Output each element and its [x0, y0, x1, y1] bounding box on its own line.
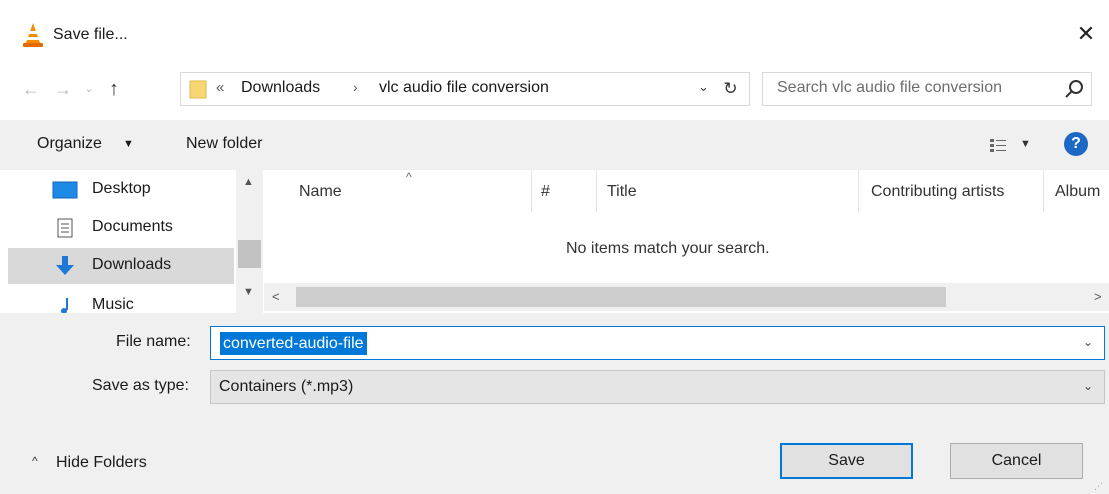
column-header-album[interactable]: Album	[1044, 170, 1109, 212]
navigation-scrollbar[interactable]: ▲ ▼	[236, 170, 263, 313]
scroll-up-icon[interactable]: ▲	[243, 176, 254, 188]
recent-locations-chevron-icon[interactable]: ⌄	[82, 80, 96, 98]
resize-grip-icon[interactable]: ⋰	[1094, 481, 1103, 492]
save-button[interactable]: Save	[780, 443, 913, 479]
new-folder-button[interactable]: New folder	[186, 135, 262, 153]
help-icon[interactable]: ?	[1064, 132, 1088, 156]
sort-ascending-icon: ^	[406, 170, 412, 184]
back-arrow-icon[interactable]: ←	[20, 78, 42, 100]
address-bar[interactable]: « Downloads › vlc audio file conversion …	[180, 72, 750, 106]
view-dropdown-icon[interactable]: ▼	[1020, 138, 1031, 150]
horizontal-scrollbar[interactable]: < >	[264, 283, 1109, 311]
empty-state-message: No items match your search.	[566, 240, 770, 257]
sidebar-item-label: Documents	[92, 218, 173, 235]
command-toolbar: Organize ▼ New folder ▼ ?	[0, 120, 1109, 170]
scroll-thumb[interactable]	[296, 287, 946, 307]
address-dropdown-icon[interactable]: ⌄	[698, 79, 709, 95]
sidebar-item-label: Desktop	[92, 180, 151, 197]
sidebar-item-documents[interactable]: Documents	[8, 210, 234, 246]
scroll-down-icon[interactable]: ▼	[243, 286, 254, 298]
dialog-title: Save file...	[53, 26, 128, 43]
scroll-right-icon[interactable]: >	[1094, 289, 1102, 304]
file-name-label: File name:	[116, 333, 191, 350]
close-icon[interactable]: ✕	[1072, 20, 1100, 48]
breadcrumb-separator-icon[interactable]: ›	[353, 79, 358, 95]
save-type-select[interactable]: Containers (*.mp3) ⌄	[210, 370, 1105, 404]
scroll-left-icon[interactable]: <	[272, 289, 280, 304]
hide-folders-label: Hide Folders	[56, 454, 147, 471]
search-icon[interactable]	[1063, 78, 1085, 100]
chevron-down-icon[interactable]: ⌄	[1083, 379, 1093, 393]
save-type-label: Save as type:	[92, 377, 189, 394]
downloads-icon	[56, 256, 74, 275]
cancel-button[interactable]: Cancel	[950, 443, 1083, 479]
view-options-icon[interactable]	[990, 138, 1006, 152]
chevron-down-icon[interactable]: ▼	[123, 138, 134, 150]
sidebar-item-desktop[interactable]: Desktop	[8, 172, 234, 208]
forward-arrow-icon[interactable]: →	[52, 78, 74, 100]
desktop-icon	[52, 181, 78, 199]
breadcrumb-downloads[interactable]: Downloads	[241, 79, 320, 97]
save-type-value: Containers (*.mp3)	[219, 378, 354, 395]
folder-icon	[189, 80, 207, 99]
column-header-row: Name ^ # Title Contributing artists Albu…	[270, 170, 1109, 212]
chevron-up-icon: ^	[32, 454, 38, 468]
sidebar-item-downloads[interactable]: Downloads	[8, 248, 234, 284]
sidebar-item-label: Music	[92, 296, 134, 313]
documents-icon	[57, 218, 73, 238]
sidebar-item-label: Downloads	[92, 256, 172, 273]
vlc-cone-icon	[23, 23, 43, 47]
file-name-field[interactable]: converted-audio-file ⌄	[210, 326, 1105, 360]
chevron-down-icon[interactable]: ⌄	[1083, 335, 1093, 349]
refresh-icon[interactable]: ↻	[717, 76, 743, 102]
scroll-thumb[interactable]	[238, 240, 261, 268]
file-name-value[interactable]: converted-audio-file	[220, 332, 367, 355]
search-box[interactable]: Search vlc audio file conversion	[762, 72, 1092, 106]
navigation-pane: Desktop Documents Downloads Music	[0, 170, 264, 313]
search-input[interactable]: Search vlc audio file conversion	[777, 79, 1002, 97]
title-bar: Save file... ✕	[0, 0, 1109, 70]
breadcrumb-overflow[interactable]: «	[216, 79, 224, 96]
column-header-artists[interactable]: Contributing artists	[859, 170, 1044, 212]
save-form-panel: File name: converted-audio-file ⌄ Save a…	[0, 313, 1109, 494]
column-header-title[interactable]: Title	[597, 170, 859, 212]
up-arrow-icon[interactable]: ↑	[102, 76, 126, 102]
breadcrumb-current-folder[interactable]: vlc audio file conversion	[379, 79, 549, 97]
sidebar-item-music[interactable]: Music	[8, 288, 234, 313]
column-header-name[interactable]: Name ^	[270, 170, 532, 212]
column-header-track[interactable]: #	[532, 170, 597, 212]
music-icon	[61, 298, 68, 313]
organize-button[interactable]: Organize	[37, 135, 102, 153]
